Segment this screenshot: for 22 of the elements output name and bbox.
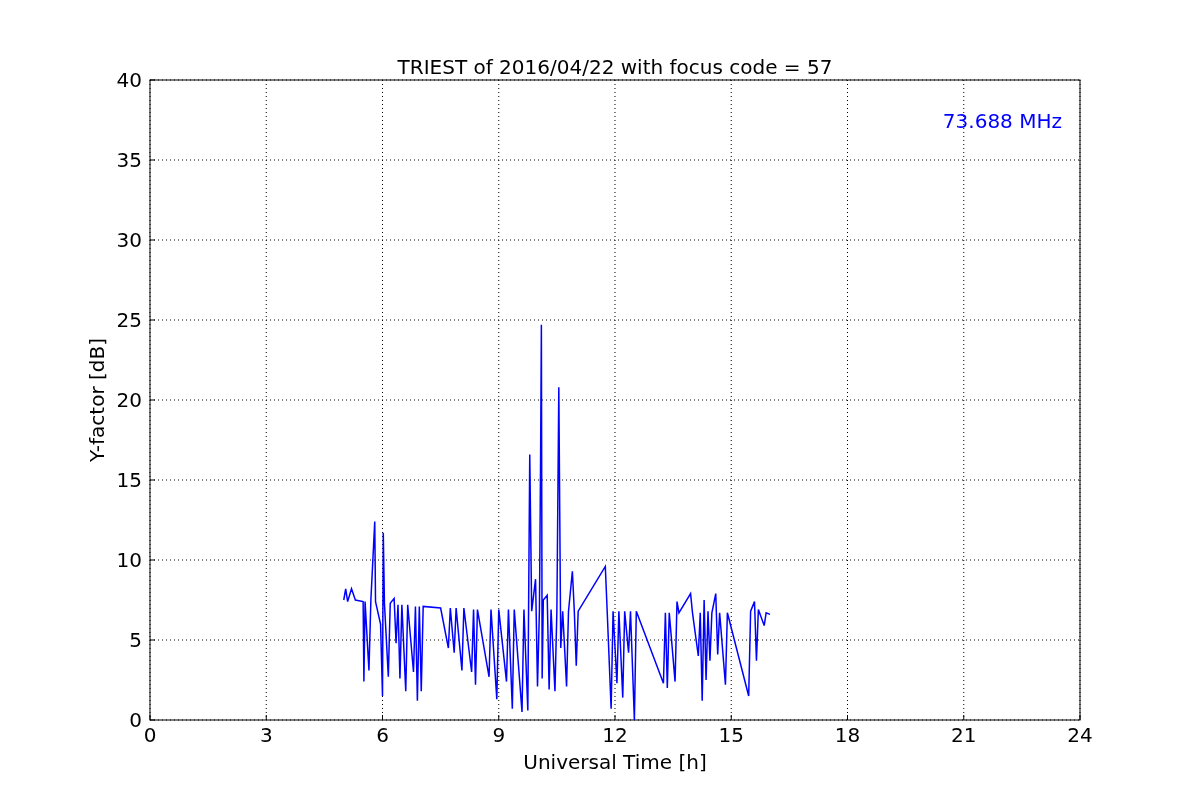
x-tick-label: 9 [492, 723, 506, 747]
y-tick-label: 25 [116, 308, 142, 332]
y-tick-label: 10 [116, 548, 142, 572]
y-axis-label: Y-factor [dB] [85, 338, 109, 462]
y-tick-label: 20 [116, 388, 142, 412]
y-tick-label: 0 [129, 708, 142, 732]
x-tick-label: 6 [376, 723, 389, 747]
series-label: 73.688 MHz [942, 109, 1062, 133]
y-tick-label: 5 [129, 628, 142, 652]
x-tick-label: 0 [143, 723, 157, 747]
x-tick-label: 18 [834, 723, 861, 747]
x-axis-label: Universal Time [h] [523, 750, 707, 774]
x-tick-label: 24 [1067, 723, 1093, 747]
chart-title: TRIEST of 2016/04/22 with focus code = 57 [397, 55, 833, 79]
y-tick-label: 35 [116, 148, 142, 172]
x-tick-label: 21 [951, 723, 977, 747]
x-tick-label: 3 [259, 723, 273, 747]
y-tick-label: 30 [116, 228, 142, 252]
y-tick-label: 40 [116, 68, 142, 92]
x-tick-label: 15 [718, 723, 744, 747]
x-tick-label: 12 [602, 723, 628, 747]
y-tick-label: 15 [116, 468, 142, 492]
